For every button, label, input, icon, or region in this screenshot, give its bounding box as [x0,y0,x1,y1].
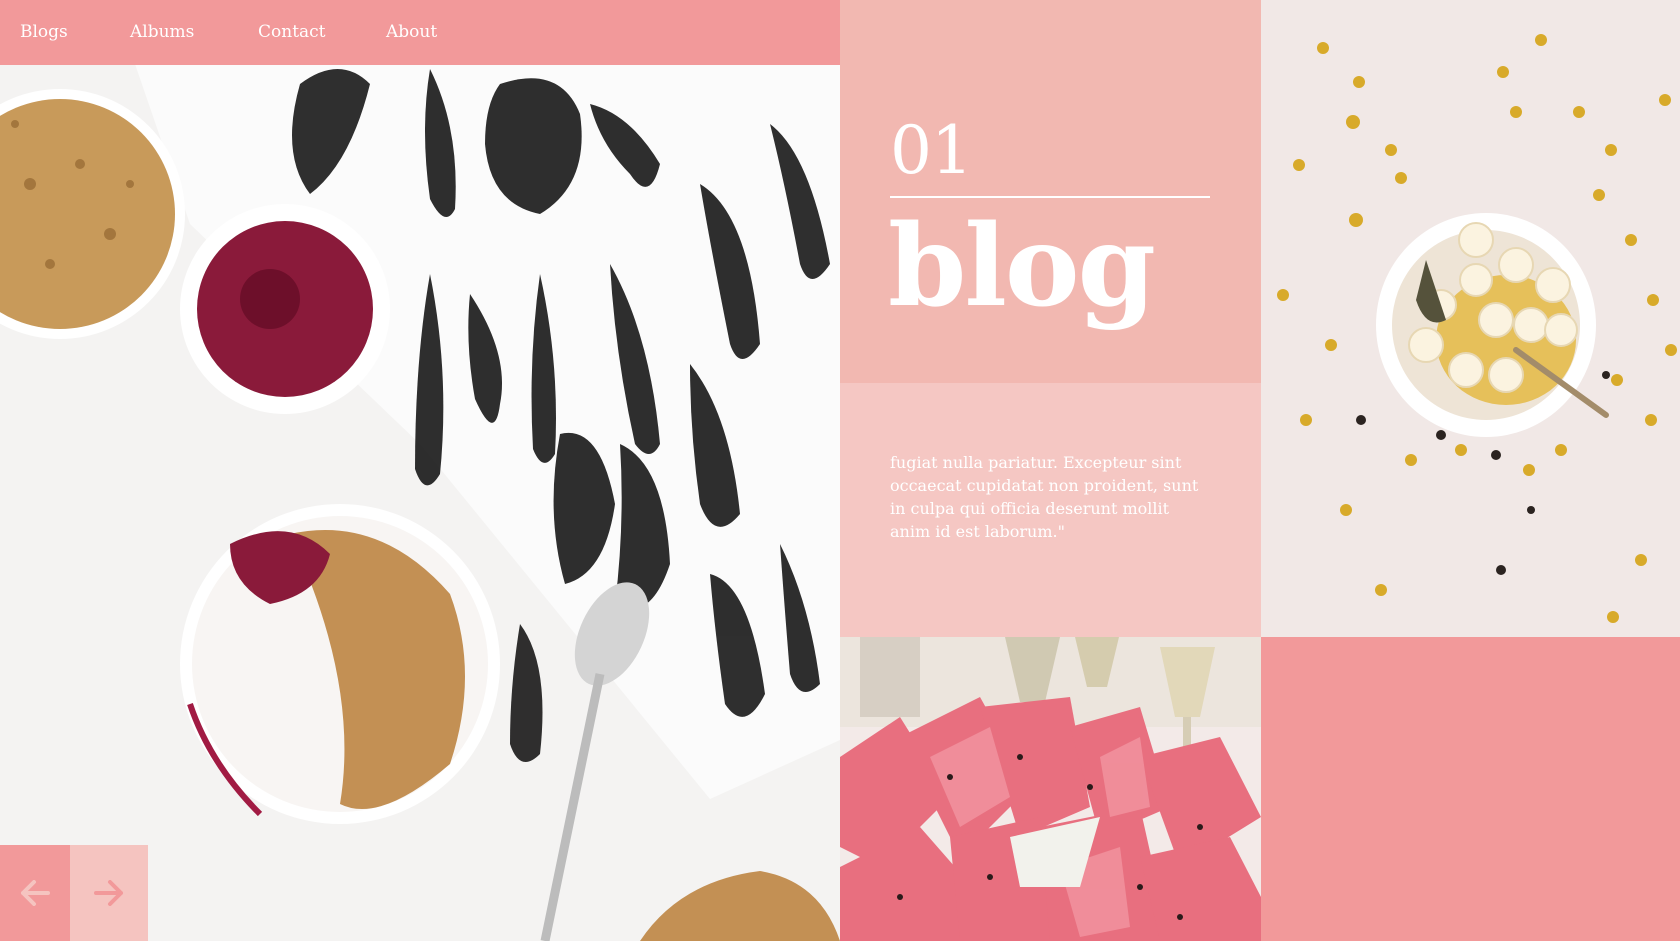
arrow-right-icon [94,880,124,906]
post-title: blog [888,201,1156,332]
next-slide-button[interactable] [70,845,148,941]
divider [890,196,1210,198]
post-number: 01 [890,112,973,189]
blog-excerpt-panel: fugiat nulla pariatur. Excepteur sint oc… [840,383,1261,637]
nav-link-contact[interactable]: Contact [258,22,326,42]
nav-link-albums[interactable]: Albums [130,22,194,42]
hero-image-granola-bowls [0,64,840,941]
blog-title-panel: 01 blog [840,0,1261,383]
top-navigation: Blogs Albums Contact About [0,0,840,65]
post-excerpt: fugiat nulla pariatur. Excepteur sint oc… [890,453,1199,541]
nav-link-blogs[interactable]: Blogs [20,22,68,42]
previous-slide-button[interactable] [0,845,70,941]
nav-link-about[interactable]: About [386,22,437,42]
image-watermelon-slices [840,637,1261,941]
decorative-pink-block [1261,637,1680,941]
arrow-left-icon [20,880,50,906]
image-oatmeal-banana-bowl [1261,0,1680,637]
hero-section: Blogs Albums Contact About [0,0,840,941]
